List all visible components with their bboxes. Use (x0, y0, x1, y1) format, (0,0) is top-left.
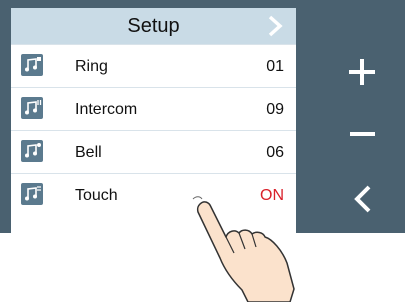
chevron-right-icon[interactable] (262, 13, 288, 39)
pointing-hand-icon (192, 196, 295, 302)
list-item-bell[interactable]: Bell 06 (11, 130, 296, 173)
setup-header: Setup (11, 8, 296, 44)
minus-icon[interactable] (320, 98, 405, 168)
list-item-intercom[interactable]: Intercom 09 (11, 87, 296, 130)
row-label: Ring (75, 58, 108, 75)
list-item-ring[interactable]: Ring 01 (11, 44, 296, 87)
music-note-icon (21, 54, 43, 76)
row-label: Intercom (75, 101, 138, 118)
music-note-icon (21, 183, 43, 205)
plus-icon[interactable] (320, 37, 405, 107)
row-value: 06 (266, 144, 284, 161)
row-label: Touch (75, 187, 118, 204)
music-note-icon (21, 140, 43, 162)
chevron-left-icon[interactable] (320, 162, 405, 232)
row-value: 01 (266, 58, 284, 75)
page-title: Setup (127, 15, 180, 37)
music-note-icon (21, 97, 43, 119)
row-label: Bell (75, 144, 102, 161)
row-value: 09 (266, 101, 284, 118)
